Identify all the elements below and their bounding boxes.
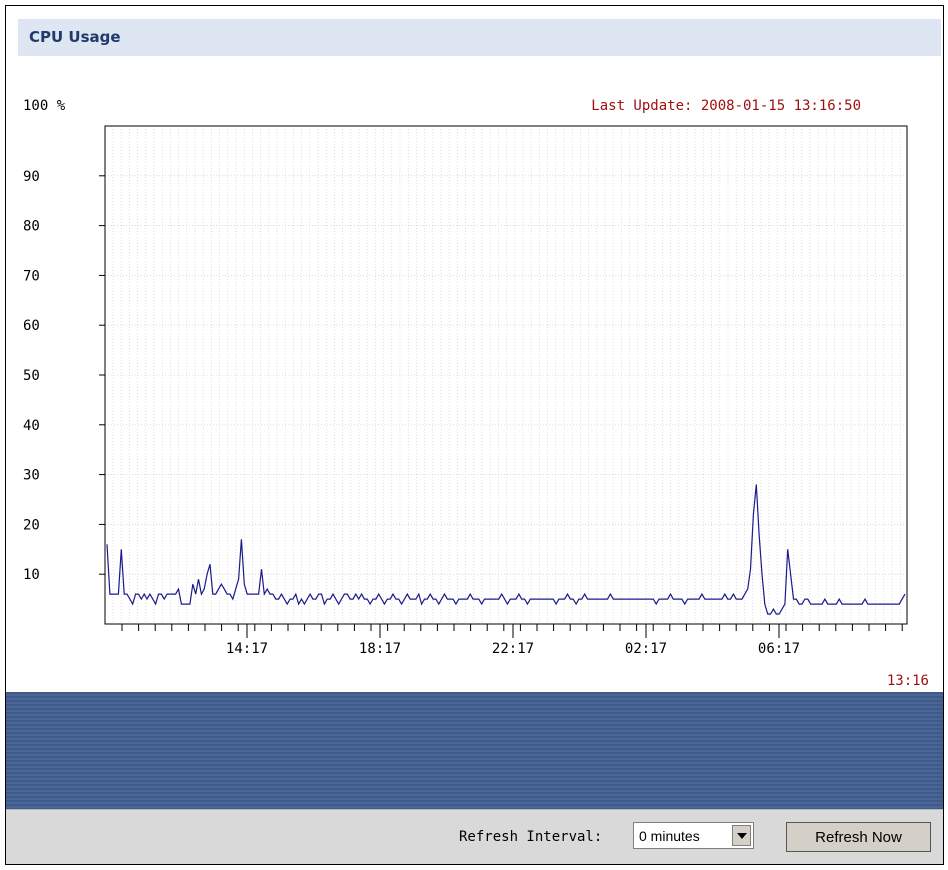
refresh-now-button[interactable]: Refresh Now	[786, 822, 931, 852]
x-tick-label: 02:17	[625, 641, 667, 657]
y-tick-label: 40	[23, 418, 40, 434]
y-axis-unit-label: 100 %	[23, 98, 66, 114]
last-update-label: Last Update: 2008-01-15 13:16:50	[591, 98, 861, 114]
x-tick-label: 14:17	[226, 641, 268, 657]
cpu-usage-chart: 90 80 70 60 50 40 30 20 10 14:17 18:17 22:17 02:17 0…	[6, 66, 943, 696]
refresh-interval-label: Refresh Interval:	[459, 829, 603, 845]
end-time-label: 13:16	[887, 673, 929, 689]
chevron-down-icon[interactable]	[732, 825, 751, 846]
y-tick-label: 80	[23, 219, 40, 235]
y-tick-label: 20	[23, 517, 40, 533]
y-tick-label: 70	[23, 268, 40, 284]
x-tick-label: 22:17	[492, 641, 534, 657]
y-tick-label: 60	[23, 318, 40, 334]
cpu-usage-panel: CPU Usage 90 80 70 60 50 40 30 20 10 14:17 18:17 2…	[5, 5, 944, 865]
refresh-toolbar: Refresh Interval: 0 minutes Refresh Now	[6, 809, 943, 864]
y-tick-label: 30	[23, 468, 40, 484]
decorative-band	[6, 692, 943, 809]
panel-header: CPU Usage	[18, 19, 941, 56]
x-tick-label: 06:17	[758, 641, 800, 657]
x-tick-label: 18:17	[359, 641, 401, 657]
chart-svg: 90 80 70 60 50 40 30 20 10 14:17 18:17 22:17 02:17 0…	[23, 98, 929, 689]
y-tick-label: 90	[23, 169, 40, 185]
y-tick-label: 50	[23, 368, 40, 384]
panel-title: CPU Usage	[29, 28, 121, 46]
refresh-interval-value: 0 minutes	[639, 828, 700, 844]
y-tick-label: 10	[23, 567, 40, 583]
refresh-interval-select[interactable]: 0 minutes	[633, 822, 754, 849]
